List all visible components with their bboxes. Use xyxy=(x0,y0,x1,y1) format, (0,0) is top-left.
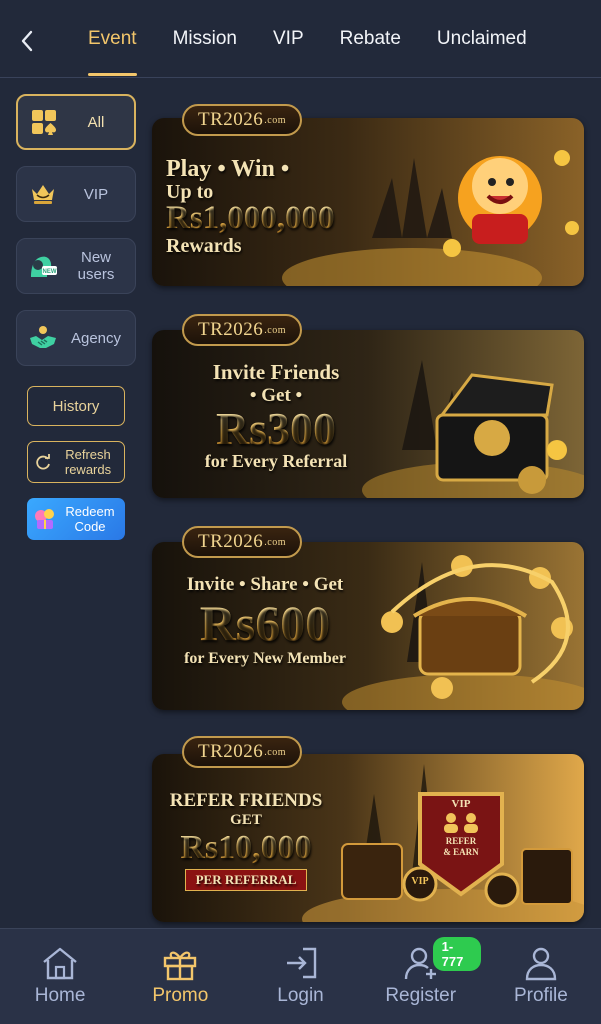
nav-login[interactable]: Login xyxy=(240,929,360,1024)
promo-banner-refer-friends[interactable]: VIP REFER & EARN VIP REFER FRIENDS GET R… xyxy=(152,754,584,922)
tab-event[interactable]: Event xyxy=(70,0,155,78)
brand-tag: TR2026 .com xyxy=(182,314,302,346)
nav-label: Login xyxy=(277,985,324,1006)
category-label: New users xyxy=(77,249,115,283)
top-navigation: Event Mission VIP Rebate Unclaimed xyxy=(0,0,601,78)
banner-headline: Invite • Share • Get Rs600 for Every New… xyxy=(170,574,360,668)
category-label: All xyxy=(87,113,105,131)
banner-headline: Play • Win • Up to Rs1,000,000 Rewards xyxy=(166,156,335,257)
nav-profile[interactable]: Profile xyxy=(481,929,601,1024)
grid-spade-icon xyxy=(24,108,64,136)
refresh-rewards-button[interactable]: Refresh rewards xyxy=(27,441,125,483)
home-icon xyxy=(43,947,77,980)
promo-tabs: Event Mission VIP Rebate Unclaimed xyxy=(70,0,601,78)
vip-coin-label: VIP xyxy=(411,876,429,887)
history-button[interactable]: History xyxy=(27,386,125,426)
nav-label: Promo xyxy=(152,985,209,1006)
gift-icon xyxy=(164,951,197,981)
nav-register[interactable]: 1-777 Register xyxy=(361,929,481,1024)
category-new-users[interactable]: NEW New users xyxy=(16,238,136,294)
nav-label: Register xyxy=(385,985,457,1006)
back-button[interactable] xyxy=(12,24,42,58)
tab-unclaimed[interactable]: Unclaimed xyxy=(419,0,545,78)
banner-headline: REFER FRIENDS GET Rs10,000 PER REFERRAL xyxy=(164,790,328,891)
referral-people-icon xyxy=(444,813,478,833)
promo-banner-play-win[interactable]: Play • Win • Up to Rs1,000,000 Rewards xyxy=(152,118,584,286)
chevron-left-icon xyxy=(21,30,33,52)
nav-home[interactable]: Home xyxy=(0,929,120,1024)
crown-icon xyxy=(23,180,63,208)
tab-rebate[interactable]: Rebate xyxy=(322,0,419,78)
brand-tag: TR2026 .com xyxy=(182,104,302,136)
brand-tag: TR2026 .com xyxy=(182,526,302,558)
new-user-icon: NEW xyxy=(23,251,63,281)
bottom-navigation: Home Promo Login 1-777 Register Profile xyxy=(0,928,601,1024)
tab-vip[interactable]: VIP xyxy=(255,0,322,78)
login-icon xyxy=(286,947,316,979)
shield-text: VIP REFER & EARN xyxy=(420,798,502,858)
category-sidebar: All VIP NEW New users Agency History Ref… xyxy=(0,78,150,928)
promo-banner-invite-share[interactable]: Invite • Share • Get Rs600 for Every New… xyxy=(152,542,584,710)
promo-banner-invite-friends[interactable]: Invite Friends • Get • Rs300 for Every R… xyxy=(152,330,584,498)
profile-icon xyxy=(525,947,557,981)
category-vip[interactable]: VIP xyxy=(16,166,136,222)
nav-label: Profile xyxy=(513,985,568,1006)
nav-label: Home xyxy=(34,985,86,1006)
category-label: Agency xyxy=(70,329,122,347)
category-all[interactable]: All xyxy=(16,94,136,150)
brand-tag: TR2026 .com xyxy=(182,736,302,768)
tab-mission[interactable]: Mission xyxy=(155,0,255,78)
svg-text:NEW: NEW xyxy=(43,269,57,275)
register-badge: 1-777 xyxy=(432,937,481,971)
refresh-icon xyxy=(36,454,50,470)
category-agency[interactable]: Agency xyxy=(16,310,136,366)
handshake-icon xyxy=(23,324,63,352)
redeem-code-button[interactable]: Redeem Code xyxy=(27,498,125,540)
gift-flower-icon xyxy=(35,509,54,529)
nav-promo[interactable]: Promo xyxy=(120,929,240,1024)
category-label: VIP xyxy=(83,185,109,203)
banner-headline: Invite Friends • Get • Rs300 for Every R… xyxy=(176,360,376,472)
